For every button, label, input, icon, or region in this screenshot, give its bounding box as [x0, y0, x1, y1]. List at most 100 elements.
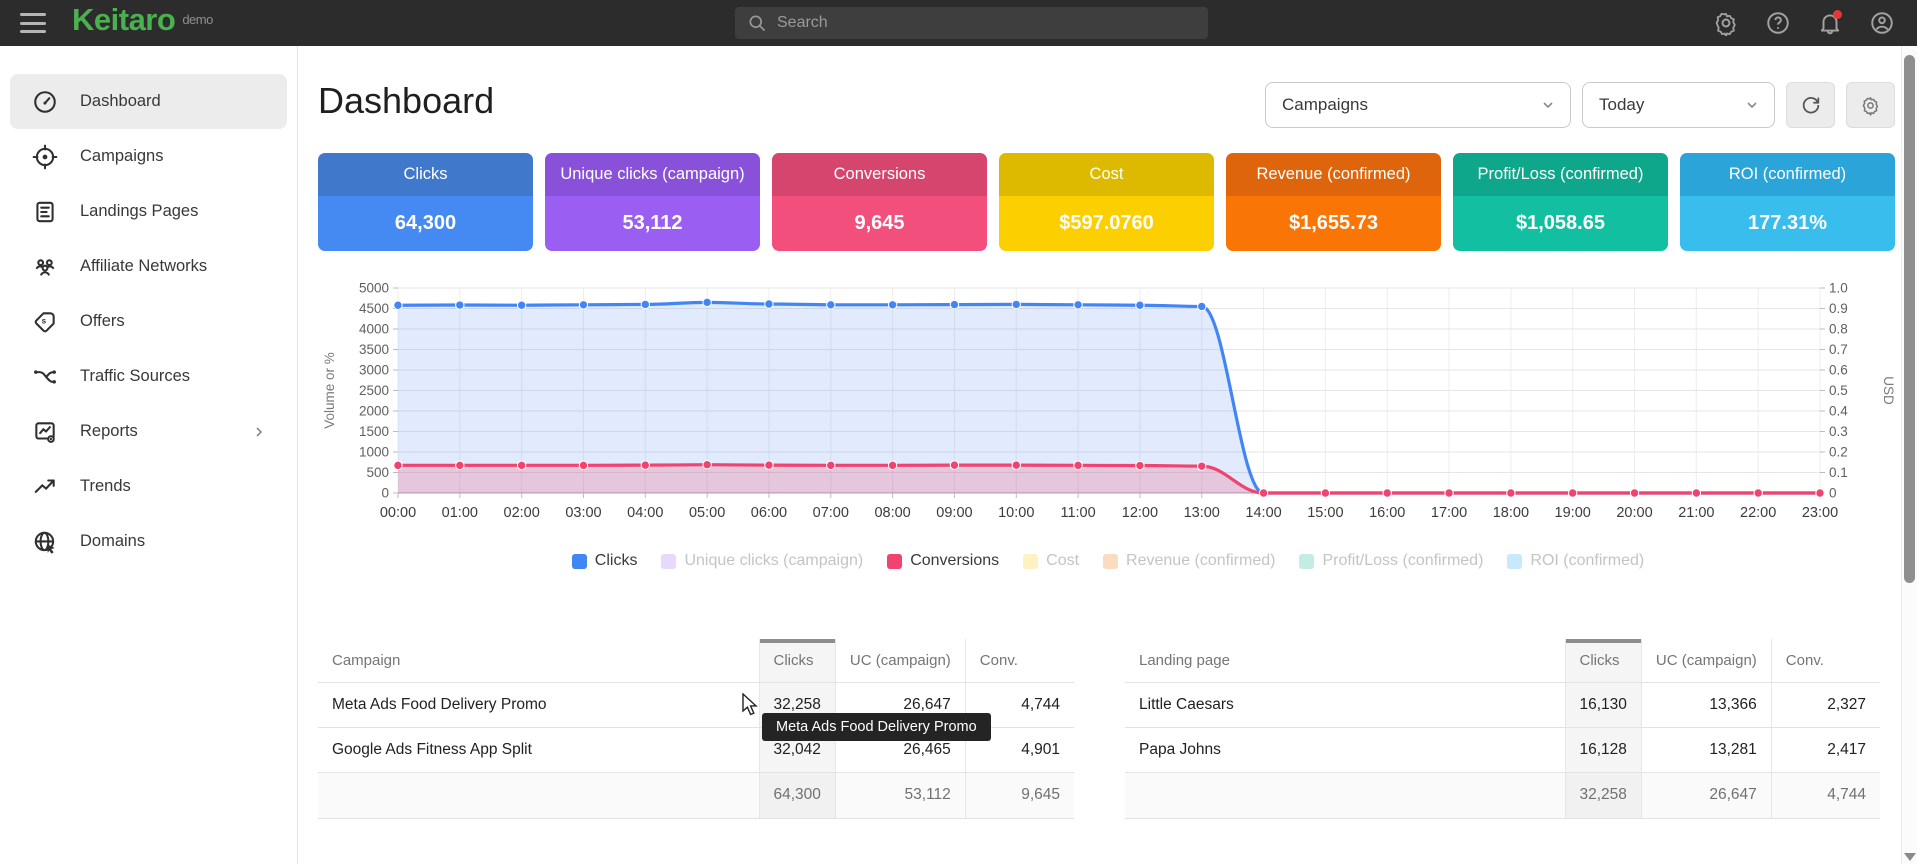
- gear-icon: [1860, 95, 1881, 116]
- card-label: Unique clicks (campaign): [545, 153, 760, 196]
- chevron-right-icon: [251, 424, 267, 440]
- svg-text:03:00: 03:00: [565, 505, 601, 521]
- legend-item-unique-clicks-campaign-[interactable]: Unique clicks (campaign): [661, 552, 863, 570]
- gauge-icon: [32, 89, 58, 115]
- legend-swatch: [1299, 554, 1314, 569]
- sidebar-item-reports[interactable]: Reports: [10, 404, 287, 459]
- sidebar-item-offers[interactable]: sOffers: [10, 294, 287, 349]
- refresh-icon: [1800, 94, 1822, 116]
- sidebar-item-traffic-sources[interactable]: Traffic Sources: [10, 349, 287, 404]
- svg-text:0.5: 0.5: [1829, 383, 1848, 398]
- sidebar-item-label: Campaigns: [80, 147, 163, 166]
- legend-item-clicks[interactable]: Clicks: [572, 552, 638, 570]
- svg-text:19:00: 19:00: [1555, 505, 1591, 521]
- landing-pages-table: Landing page Clicks UC (campaign) Conv. …: [1125, 639, 1880, 819]
- settings-gear-icon[interactable]: [1713, 10, 1739, 36]
- keitaro-dashboard: Keitarodemo Dashboard Campaigns Landings P…: [0, 0, 1917, 864]
- col-clicks[interactable]: Clicks: [759, 639, 835, 682]
- legend-label: Cost: [1046, 552, 1079, 570]
- legend-swatch: [1103, 554, 1118, 569]
- table-row[interactable]: Papa Johns 16,128 13,281 2,417: [1125, 727, 1880, 772]
- col-campaign[interactable]: Campaign: [318, 639, 759, 682]
- card-profit-loss[interactable]: Profit/Loss (confirmed)$1,058.65: [1453, 153, 1668, 251]
- legend-label: Revenue (confirmed): [1126, 552, 1275, 570]
- scrollbar-thumb[interactable]: [1904, 55, 1915, 583]
- search-box[interactable]: [735, 7, 1208, 39]
- svg-text:14:00: 14:00: [1245, 505, 1281, 521]
- sidebar-item-label: Landings Pages: [80, 202, 198, 221]
- sidebar-item-domains[interactable]: Domains: [10, 514, 287, 569]
- svg-text:0.6: 0.6: [1829, 363, 1848, 378]
- col-uc[interactable]: UC (campaign): [1641, 639, 1771, 682]
- topbar-icon-group: [1713, 0, 1895, 46]
- sidebar-item-label: Offers: [80, 312, 125, 331]
- col-clicks[interactable]: Clicks: [1565, 639, 1641, 682]
- svg-text:0: 0: [1829, 486, 1837, 501]
- table-row[interactable]: Little Caesars 16,130 13,366 2,327: [1125, 682, 1880, 727]
- notifications-bell-icon[interactable]: [1817, 10, 1843, 36]
- svg-text:13:00: 13:00: [1184, 505, 1220, 521]
- sidebar-item-landings-pages[interactable]: Landings Pages: [10, 184, 287, 239]
- card-unique-clicks[interactable]: Unique clicks (campaign)53,112: [545, 153, 760, 251]
- card-value: $1,058.65: [1453, 196, 1668, 251]
- svg-text:0.8: 0.8: [1829, 322, 1848, 337]
- help-icon[interactable]: [1765, 10, 1791, 36]
- card-value: 9,645: [772, 196, 987, 251]
- col-uc[interactable]: UC (campaign): [835, 639, 965, 682]
- card-roi[interactable]: ROI (confirmed)177.31%: [1680, 153, 1895, 251]
- sidebar-item-dashboard[interactable]: Dashboard: [10, 74, 287, 129]
- svg-text:0.3: 0.3: [1829, 424, 1848, 439]
- svg-text:15:00: 15:00: [1307, 505, 1343, 521]
- card-cost[interactable]: Cost$597.0760: [999, 153, 1214, 251]
- legend-label: Clicks: [595, 552, 638, 570]
- svg-text:1000: 1000: [359, 445, 389, 460]
- dashboard-settings-button[interactable]: [1846, 82, 1895, 128]
- legend-item-roi-confirmed-[interactable]: ROI (confirmed): [1507, 552, 1644, 570]
- legend-item-conversions[interactable]: Conversions: [887, 552, 999, 570]
- campaign-name: Google Ads Fitness App Split: [318, 727, 759, 772]
- sidebar: Dashboard Campaigns Landings Pages Affiliat…: [0, 46, 298, 864]
- legend-item-cost[interactable]: Cost: [1023, 552, 1079, 570]
- total-conv: 9,645: [965, 772, 1074, 818]
- sidebar-item-trends[interactable]: Trends: [10, 459, 287, 514]
- mouse-cursor: [742, 693, 764, 717]
- brand-text: Keitaro: [72, 2, 175, 37]
- card-conversions[interactable]: Conversions9,645: [772, 153, 987, 251]
- svg-text:11:00: 11:00: [1060, 505, 1095, 521]
- sort-indicator: [1566, 639, 1641, 643]
- col-conv[interactable]: Conv.: [1771, 639, 1880, 682]
- group-by-value: Campaigns: [1282, 95, 1368, 115]
- card-clicks[interactable]: Clicks64,300: [318, 153, 533, 251]
- totals-spacer: [318, 772, 759, 818]
- user-avatar-icon[interactable]: [1869, 10, 1895, 36]
- sidebar-item-campaigns[interactable]: Campaigns: [10, 129, 287, 184]
- total-uc: 26,647: [1641, 772, 1771, 818]
- cell-conv: 2,327: [1771, 682, 1880, 727]
- hamburger-menu-icon[interactable]: [20, 13, 46, 33]
- svg-text:USD: USD: [1881, 376, 1896, 405]
- card-label: Conversions: [772, 153, 987, 196]
- scrollbar-down-arrow-icon[interactable]: [1904, 853, 1916, 861]
- landing-name: Little Caesars: [1125, 682, 1565, 727]
- sort-indicator: [760, 639, 835, 643]
- date-range-select[interactable]: Today: [1582, 82, 1775, 128]
- col-landing-page[interactable]: Landing page: [1125, 639, 1565, 682]
- group-by-select[interactable]: Campaigns: [1265, 82, 1571, 128]
- svg-text:08:00: 08:00: [874, 505, 910, 521]
- card-revenue[interactable]: Revenue (confirmed)$1,655.73: [1226, 153, 1441, 251]
- brand-logo[interactable]: Keitarodemo: [72, 0, 213, 49]
- refresh-button[interactable]: [1786, 82, 1835, 128]
- search-input[interactable]: [777, 14, 1177, 32]
- page-scrollbar[interactable]: [1901, 46, 1917, 864]
- date-range-value: Today: [1599, 95, 1644, 115]
- svg-text:4000: 4000: [359, 322, 389, 337]
- legend-item-revenue-confirmed-[interactable]: Revenue (confirmed): [1103, 552, 1275, 570]
- svg-text:07:00: 07:00: [813, 505, 849, 521]
- legend-item-profit-loss-confirmed-[interactable]: Profit/Loss (confirmed): [1299, 552, 1483, 570]
- card-label: Clicks: [318, 153, 533, 196]
- total-clicks: 64,300: [759, 772, 835, 818]
- col-conv[interactable]: Conv.: [965, 639, 1074, 682]
- report-icon: [32, 419, 58, 445]
- cell-clicks: 16,128: [1565, 727, 1641, 772]
- sidebar-item-affiliate-networks[interactable]: Affiliate Networks: [10, 239, 287, 294]
